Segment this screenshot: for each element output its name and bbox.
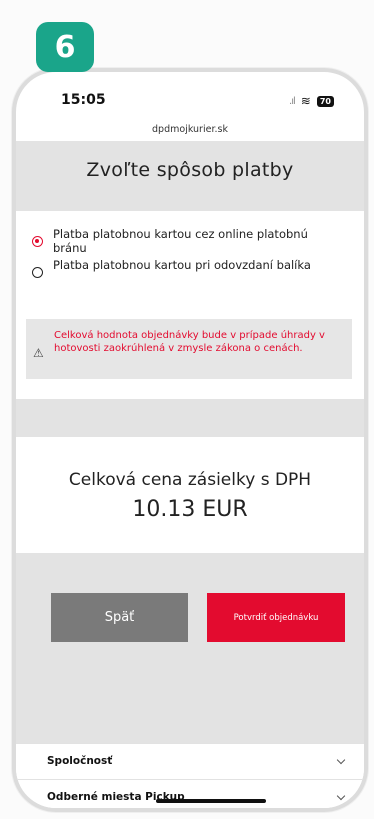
payment-method-panel: Platba platobnou kartou cez online plato… — [16, 211, 364, 399]
payment-option-label: Platba platobnou kartou pri odovzdaní ba… — [53, 258, 311, 272]
page-title: Zvoľte spôsob platby — [86, 159, 294, 181]
total-price-value: 10.13 EUR — [132, 497, 248, 522]
browser-url[interactable]: dpdmojkurier.sk — [16, 124, 364, 135]
status-icons: .ıl ≋ 70 — [289, 94, 334, 108]
payment-option-on-delivery[interactable]: Platba platobnou kartou pri odovzdaní ba… — [32, 258, 323, 278]
phone-frame: 15:05 .ıl ≋ 70 dpdmojkurier.sk Zvoľte sp… — [12, 68, 368, 812]
notice-text: Celková hodnota objednávky bude v prípad… — [54, 330, 325, 354]
status-time: 15:05 — [61, 92, 106, 108]
payment-option-online[interactable]: Platba platobnou kartou cez online plato… — [32, 227, 323, 255]
chevron-down-icon — [336, 791, 346, 801]
total-price-label: Celková cena zásielky s DPH — [68, 470, 312, 490]
confirm-order-button[interactable]: Potvrdiť objednávku — [207, 593, 345, 642]
footer-item-label: Spoločnosť — [47, 755, 113, 767]
payment-option-label: Platba platobnou kartou cez online plato… — [53, 227, 308, 255]
back-button[interactable]: Späť — [51, 593, 188, 642]
battery-icon: 70 — [316, 95, 334, 107]
wifi-icon: ≋ — [300, 94, 311, 108]
cash-rounding-notice: ⚠ Celková hodnota objednávky bude v príp… — [26, 319, 352, 379]
section-divider — [16, 399, 364, 437]
price-panel: Celková cena zásielky s DPH 10.13 EUR — [16, 437, 364, 553]
actions-band — [16, 553, 364, 743]
step-badge: 6 — [36, 22, 94, 72]
home-indicator — [156, 799, 266, 803]
signal-icon: .ıl — [289, 95, 296, 107]
warning-icon: ⚠ — [33, 346, 44, 360]
title-band: Zvoľte spôsob platby — [16, 141, 364, 211]
footer-item-company[interactable]: Spoločnosť — [16, 743, 364, 779]
chevron-down-icon — [336, 755, 346, 765]
radio-selected-icon[interactable] — [32, 236, 43, 247]
status-bar: 15:05 .ıl ≋ 70 — [16, 72, 364, 122]
footer-item-pickup[interactable]: Odberné miesta Pickup — [16, 779, 364, 808]
radio-unselected-icon[interactable] — [32, 267, 43, 278]
